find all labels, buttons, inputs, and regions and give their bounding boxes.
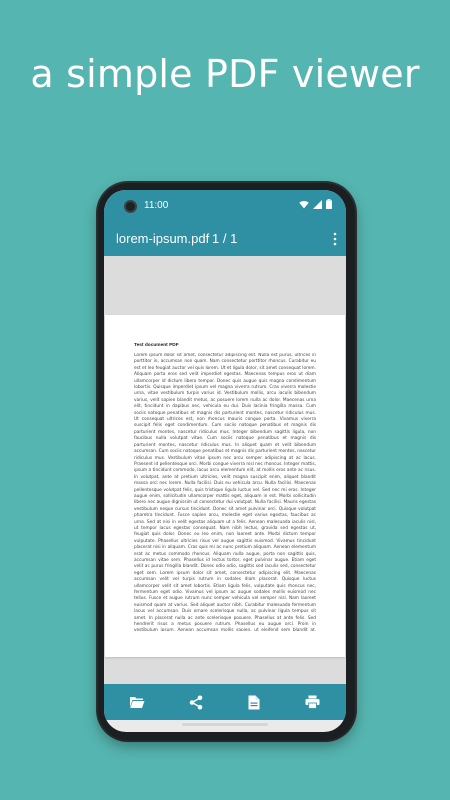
pdf-title: Test document PDF: [134, 343, 179, 348]
share-icon: [189, 695, 203, 709]
bottom-toolbar: [104, 684, 346, 720]
share-button[interactable]: [182, 688, 210, 716]
status-time: 11:00: [144, 200, 169, 211]
battery-icon: [326, 199, 332, 209]
print-icon: [305, 695, 320, 709]
document-info-icon: [248, 695, 260, 709]
print-button[interactable]: [299, 688, 327, 716]
home-indicator[interactable]: [182, 723, 268, 726]
headline: a simple PDF viewer: [30, 52, 420, 96]
pdf-page[interactable]: Test document PDF Lorem ipsum dolor sit …: [105, 315, 345, 657]
page-counter: 1 / 1: [212, 231, 238, 246]
status-bar: 11:00: [104, 190, 346, 223]
wifi-icon: [299, 200, 309, 208]
document-canvas[interactable]: Test document PDF Lorem ipsum dolor sit …: [104, 256, 346, 684]
more-vert-icon[interactable]: [332, 232, 338, 246]
status-icons: [299, 199, 332, 209]
open-file-button[interactable]: [123, 688, 151, 716]
app-bar: lorem-ipsum.pdf 1 / 1: [104, 223, 346, 256]
document-info-button[interactable]: [240, 688, 268, 716]
signal-icon: [313, 199, 322, 209]
file-name: lorem-ipsum.pdf: [116, 231, 210, 246]
folder-open-icon: [130, 696, 145, 708]
front-camera: [124, 200, 137, 213]
pdf-body-text: Lorem ipsum dolor sit amet, consectetur …: [134, 353, 316, 631]
phone-screen: 11:00 lorem-ipsum.pdf 1 / 1 Test documen…: [104, 190, 346, 732]
